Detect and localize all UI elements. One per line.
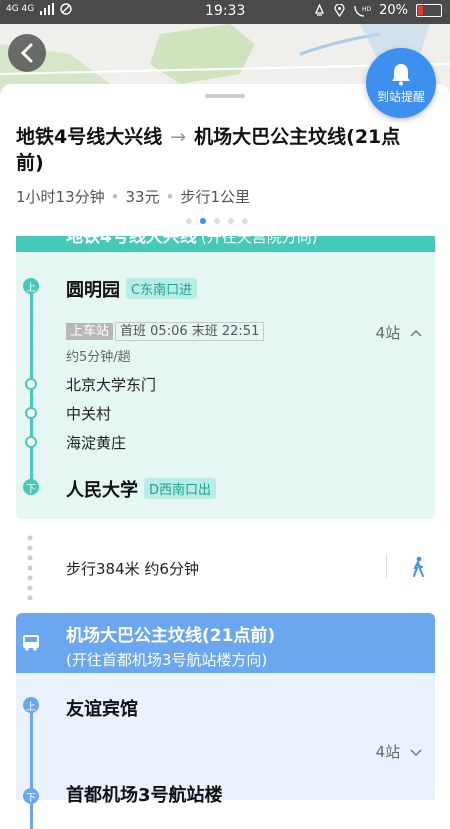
walk-dotted-line [27, 535, 33, 600]
bus-alight-station: 首都机场3号航站楼 [66, 785, 223, 806]
bus-segment: 上 友谊宾馆 4站 下 首都机场3号航站楼 [16, 673, 435, 829]
battery-icon [416, 4, 442, 17]
bell-icon [392, 63, 410, 85]
alight-station: 人民大学 D西南口出 [66, 476, 217, 502]
board-badge: 上 [23, 278, 39, 294]
route-from-line: 地铁4号线大兴线 [16, 126, 163, 148]
route-summary: 1小时13分钟 • 33元 • 步行1公里 [16, 188, 250, 206]
schedule-times: 首班 05:06 末班 22:51 [115, 322, 265, 341]
schedule-row: 上车站 首班 05:06 末班 22:51 [66, 320, 265, 341]
do-not-disturb-icon [60, 3, 72, 15]
subway-segment-header[interactable]: 地铁4号线大兴线 (开往天宫院方向) [16, 236, 435, 252]
bus-stops-toggle[interactable]: 4站 [376, 741, 423, 762]
intermediate-stop: 海淀黄庄 [66, 434, 127, 452]
alight-badge: 下 [23, 479, 39, 495]
stop-dot [25, 436, 37, 448]
walk-info: 步行384米 约6分钟 [66, 560, 199, 578]
pager-dot-active[interactable] [200, 218, 206, 224]
arrow-right-icon: → [170, 126, 187, 148]
back-button[interactable] [8, 34, 46, 72]
walking-person-icon[interactable] [410, 556, 426, 578]
route-walk: 步行1公里 [180, 188, 250, 206]
stops-count: 4站 [375, 324, 401, 342]
bus-route-line [30, 709, 33, 829]
pager-dot[interactable] [242, 218, 248, 224]
stops-toggle[interactable]: 4站 [376, 322, 423, 343]
divider [386, 554, 387, 578]
entrance-tag: C东南口进 [126, 278, 198, 299]
pager-dot[interactable] [228, 218, 234, 224]
bus-board-station: 友谊宾馆 [66, 699, 138, 720]
bus-segment-header[interactable]: 机场大巴公主坟线(21点前) (开往首都机场3号航站楼方向) [16, 613, 435, 673]
subway-direction: (开往天宫院方向) [200, 236, 318, 246]
signal-icon [40, 3, 55, 15]
subway-line-name: 地铁4号线大兴线 [66, 236, 197, 247]
intermediate-stop: 中关村 [66, 405, 112, 423]
chevron-left-icon [20, 43, 33, 63]
bus-stops-count: 4站 [375, 743, 401, 761]
board-badge: 上 [23, 697, 39, 713]
exit-tag: D西南口出 [144, 478, 217, 499]
subway-segment: 地铁4号线大兴线 (开往天宫院方向) 上 圆明园 C东南口进 上车站 首班 05:06… [16, 236, 435, 519]
alarm-icon [315, 4, 325, 16]
bus-line-name: 机场大巴公主坟线(21点前) [66, 626, 276, 646]
chevron-up-icon [410, 329, 422, 337]
stop-dot [25, 407, 37, 419]
location-icon [334, 4, 345, 17]
stop-dot [25, 378, 37, 390]
boarding-label: 上车站 [66, 323, 114, 340]
route-title: 地铁4号线大兴线 → 机场大巴公主坟线(21点前) [16, 124, 426, 176]
drag-handle[interactable] [205, 94, 245, 98]
route-duration: 1小时13分钟 [16, 188, 105, 206]
status-bar: 4G 4G 19:33 HD 20% [0, 0, 450, 24]
pager-dot[interactable] [214, 218, 220, 224]
chevron-down-icon [410, 749, 422, 757]
board-station: 圆明园 C东南口进 [66, 276, 198, 302]
route-fare: 33元 [125, 188, 160, 206]
bus-icon [23, 635, 39, 651]
hd-call-icon: HD [354, 5, 371, 17]
network-indicator: 4G 4G [6, 4, 35, 14]
bus-direction: (开往首都机场3号航站楼方向) [66, 651, 268, 669]
arrival-alert-label: 到站提醒 [376, 89, 425, 104]
pager-dot[interactable] [186, 218, 192, 224]
alight-badge: 下 [23, 788, 39, 804]
headway: 约5分钟/趟 [66, 350, 131, 365]
intermediate-stop: 北京大学东门 [66, 376, 157, 394]
clock: 19:33 [205, 3, 246, 19]
route-pager[interactable] [186, 218, 248, 224]
battery-percent: 20% [379, 3, 408, 18]
arrival-alert-button[interactable]: 到站提醒 [366, 48, 436, 118]
svg-text:HD: HD [362, 6, 371, 13]
walk-segment[interactable]: 步行384米 约6分钟 [0, 530, 450, 605]
subway-icon [24, 236, 40, 238]
